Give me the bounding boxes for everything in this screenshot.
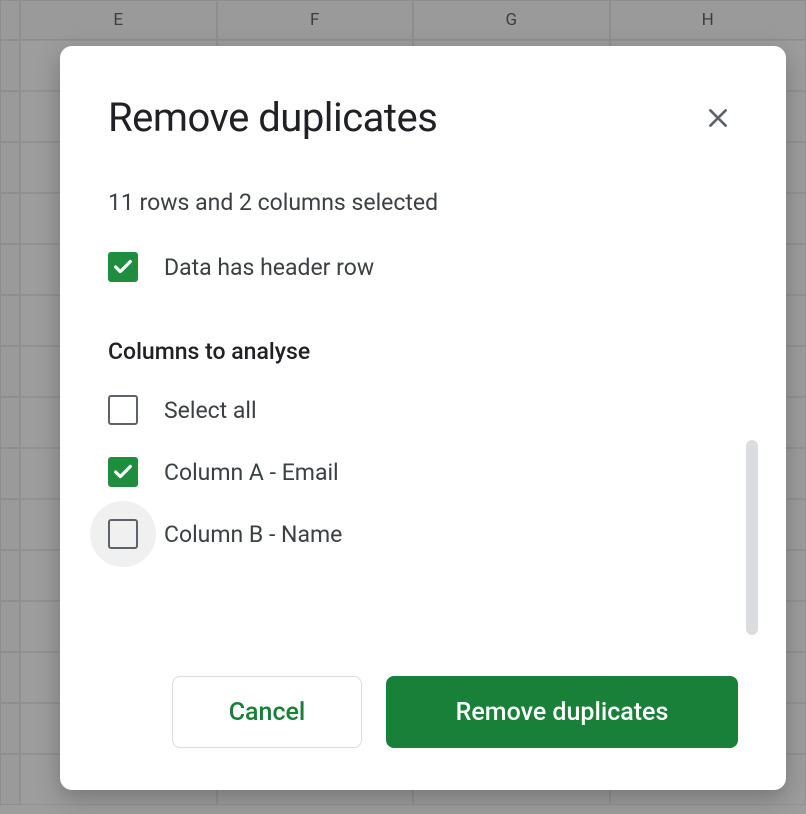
checkmark-icon — [112, 256, 134, 278]
columns-heading: Columns to analyse — [108, 338, 738, 365]
remove-duplicates-dialog: Remove duplicates 11 rows and 2 columns … — [60, 46, 786, 790]
column-label: Column A - Email — [164, 459, 339, 486]
header-row-checkbox[interactable] — [108, 252, 138, 282]
dialog-footer: Cancel Remove duplicates — [108, 676, 738, 748]
scrollbar[interactable] — [746, 440, 758, 635]
header-row-label: Data has header row — [164, 254, 374, 281]
select-all-option[interactable]: Select all — [108, 395, 738, 425]
column-list: Select all Column A - Email Column B - N… — [108, 395, 738, 549]
column-option[interactable]: Column A - Email — [108, 457, 738, 487]
select-all-label: Select all — [164, 397, 257, 424]
column-option[interactable]: Column B - Name — [108, 519, 738, 549]
remove-duplicates-button[interactable]: Remove duplicates — [386, 676, 738, 748]
close-icon — [705, 105, 731, 131]
column-checkbox[interactable] — [108, 519, 138, 549]
dialog-title: Remove duplicates — [108, 94, 437, 141]
selection-info: 11 rows and 2 columns selected — [108, 189, 738, 216]
checkmark-icon — [112, 461, 134, 483]
close-button[interactable] — [698, 98, 738, 138]
column-label: Column B - Name — [164, 521, 342, 548]
cancel-button[interactable]: Cancel — [172, 676, 362, 748]
column-checkbox[interactable] — [108, 457, 138, 487]
header-row-option[interactable]: Data has header row — [108, 252, 738, 282]
dialog-header: Remove duplicates — [108, 94, 738, 141]
select-all-checkbox[interactable] — [108, 395, 138, 425]
